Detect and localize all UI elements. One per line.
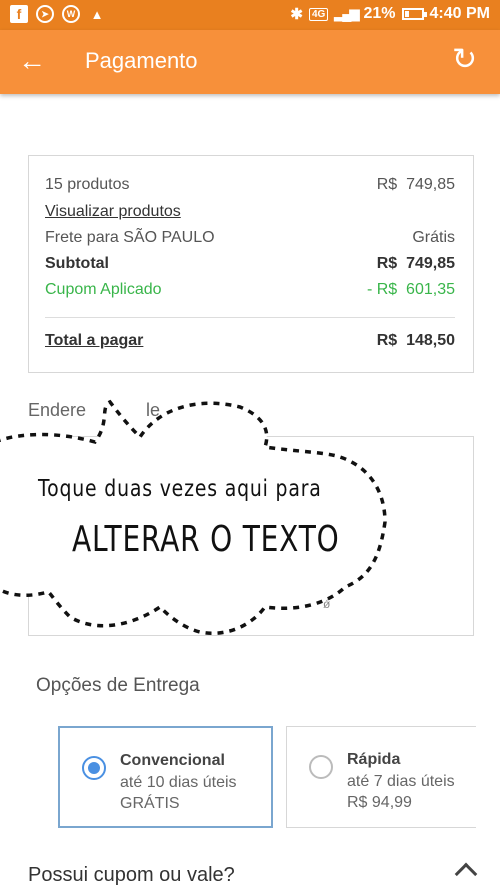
- order-summary-card: 15 produtos R$ 749,85 Visualizar produto…: [28, 155, 474, 373]
- battery-percent: 21%: [363, 5, 396, 22]
- subtotal-label: Subtotal: [45, 255, 109, 272]
- delivery-option-rapida[interactable]: Rápida até 7 dias úteis R$ 94,99: [286, 726, 476, 828]
- option-price: GRÁTIS: [120, 795, 180, 812]
- option-name: Convencional: [120, 752, 225, 769]
- bluetooth-icon: ✱: [290, 6, 303, 23]
- page-title: Pagamento: [85, 48, 198, 73]
- shipping-value: Grátis: [412, 229, 455, 246]
- radio-selected-icon[interactable]: [82, 756, 106, 780]
- shipping-row: Frete para SÃO PAULO Grátis: [45, 229, 455, 247]
- text-sticker-cloud[interactable]: [0, 392, 400, 642]
- subtotal-row: Subtotal R$ 749,85: [45, 255, 455, 273]
- signal-icon: ▂▄▆: [334, 6, 359, 21]
- products-value: R$ 749,85: [376, 176, 455, 193]
- coupon-question[interactable]: Possui cupom ou vale?: [28, 864, 235, 887]
- refresh-icon[interactable]: ↻: [452, 44, 484, 76]
- option-name: Rápida: [347, 751, 401, 768]
- chevron-up-icon[interactable]: [454, 862, 478, 886]
- view-products-row: Visualizar produtos: [45, 203, 455, 221]
- network-badge: 4G: [308, 7, 329, 21]
- shipping-label: Frete para SÃO PAULO: [45, 229, 215, 246]
- arrow-left-icon[interactable]: ←: [18, 46, 50, 78]
- option-price: R$ 94,99: [347, 794, 412, 811]
- total-label: Total a pagar: [45, 332, 144, 349]
- option-eta: até 7 dias úteis: [347, 773, 455, 790]
- coupon-row: Cupom Aplicado - R$ 601,35: [45, 281, 455, 299]
- option-eta: até 10 dias úteis: [120, 774, 237, 791]
- warning-icon: ▲: [90, 6, 104, 22]
- products-row: 15 produtos R$ 749,85: [45, 176, 455, 194]
- summary-divider: [45, 317, 455, 318]
- coupon-value: - R$ 601,35: [366, 281, 455, 298]
- status-bar: f ➤ W ▲ ✱ 4G ▂▄▆ 21% 4:40 PM: [0, 0, 500, 30]
- vpn-icon: W: [62, 5, 80, 23]
- delivery-option-convencional[interactable]: Convencional até 10 dias úteis GRÁTIS: [58, 726, 273, 828]
- system-icons: ✱ 4G ▂▄▆ 21% 4:40 PM: [290, 5, 490, 23]
- subtotal-value: R$ 749,85: [376, 255, 455, 272]
- total-row: Total a pagar R$ 148,50: [45, 332, 455, 350]
- view-products-link[interactable]: Visualizar produtos: [45, 203, 181, 221]
- sticker-text-line2[interactable]: ALTERAR O TEXTO: [72, 519, 340, 560]
- battery-icon: [401, 8, 427, 20]
- coupon-label: Cupom Aplicado: [45, 281, 162, 298]
- cloud-shape: [0, 399, 387, 635]
- radio-unselected-icon[interactable]: [309, 755, 333, 779]
- products-label: 15 produtos: [45, 176, 130, 193]
- telegram-icon: ➤: [36, 5, 54, 23]
- facebook-icon: f: [10, 5, 28, 23]
- app-bar: ← Pagamento ↻: [0, 30, 500, 94]
- total-value: R$ 148,50: [376, 332, 455, 349]
- sticker-text-line1[interactable]: Toque duas vezes aqui para: [38, 476, 322, 502]
- delivery-options-title: Opções de Entrega: [36, 675, 200, 696]
- notification-icons: f ➤ W ▲: [10, 5, 106, 23]
- clock: 4:40 PM: [429, 5, 490, 22]
